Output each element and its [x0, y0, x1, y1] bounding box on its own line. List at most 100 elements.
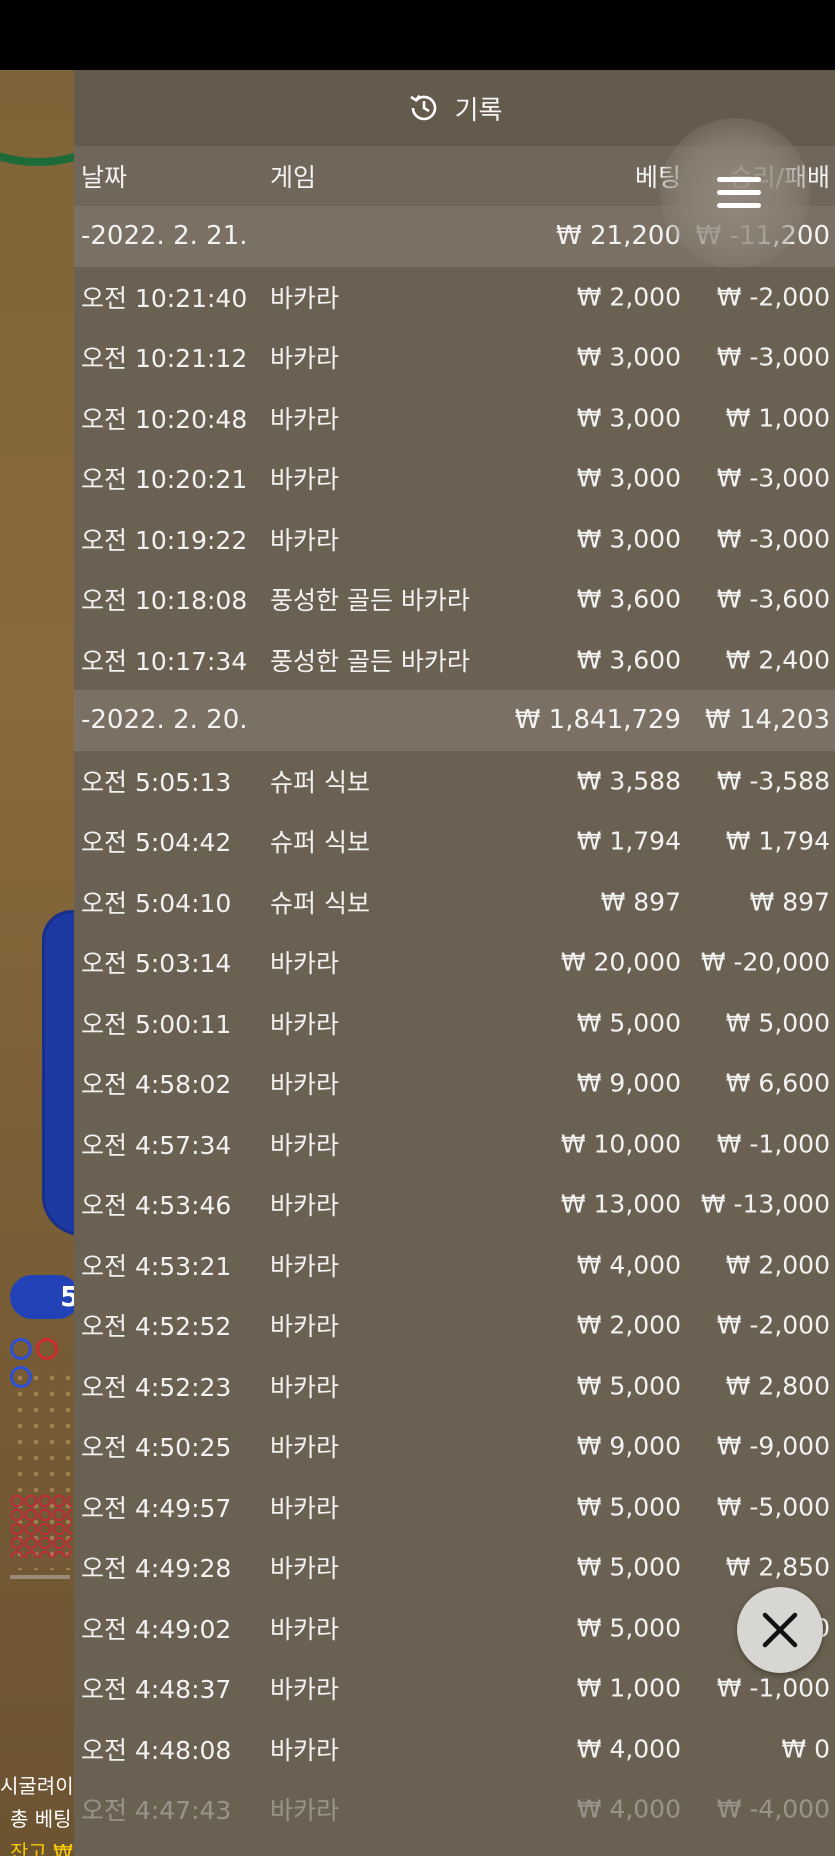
history-row[interactable]: 오전 4:52:23 바카라 ₩ 5,000 ₩ 2,800: [74, 1356, 835, 1417]
row-winloss: ₩ 2,800: [725, 1371, 830, 1401]
row-time: 오전 10:18:08: [81, 586, 248, 616]
history-row[interactable]: 오전 4:52:52 바카라 ₩ 2,000 ₩ -2,000: [74, 1295, 835, 1356]
row-game: 풍성한 골든 바카라: [270, 646, 470, 676]
hamburger-menu-icon: [717, 203, 761, 208]
row-game: 바카라: [270, 1312, 340, 1342]
row-time: 오전 4:49:02: [81, 1614, 232, 1644]
history-row[interactable]: 오전 4:57:34 바카라 ₩ 10,000 ₩ -1,000: [74, 1114, 835, 1175]
row-bet: ₩ 5,000: [576, 1492, 681, 1522]
history-row[interactable]: 오전 4:47:43 바카라 ₩ 4,000 ₩ -4,000: [74, 1779, 835, 1840]
row-winloss: ₩ -13,000: [700, 1189, 830, 1219]
history-row[interactable]: 오전 4:53:46 바카라 ₩ 13,000 ₩ -13,000: [74, 1174, 835, 1235]
group-bet-total: ₩ 1,841,729: [514, 705, 681, 736]
history-row[interactable]: 오전 10:17:34 풍성한 골든 바카라 ₩ 3,600 ₩ 2,400: [74, 630, 835, 691]
row-winloss: ₩ -3,588: [716, 766, 830, 796]
close-button[interactable]: [737, 1587, 823, 1673]
divider: [10, 1575, 70, 1579]
row-bet: ₩ 13,000: [560, 1189, 681, 1219]
row-game: 바카라: [270, 949, 340, 979]
row-time: 오전 4:50:25: [81, 1433, 232, 1463]
history-row[interactable]: 오전 4:48:37 바카라 ₩ 1,000 ₩ -1,000: [74, 1658, 835, 1719]
history-row[interactable]: 오전 10:19:22 바카라 ₩ 3,000 ₩ -3,000: [74, 509, 835, 570]
row-winloss: ₩ 897: [749, 887, 830, 917]
row-bet: ₩ 4,000: [576, 1794, 681, 1824]
row-winloss: ₩ -2,000: [716, 282, 830, 312]
history-row[interactable]: 오전 5:05:13 슈퍼 식보 ₩ 3,588 ₩ -3,588: [74, 751, 835, 812]
row-bet: ₩ 4,000: [576, 1250, 681, 1280]
group-bet-total: ₩ 21,200: [556, 221, 681, 252]
history-row[interactable]: 오전 5:03:14 바카라 ₩ 20,000 ₩ -20,000: [74, 932, 835, 993]
row-time: 오전 5:04:42: [81, 828, 232, 858]
history-row[interactable]: 오전 4:48:08 바카라 ₩ 4,000 ₩ 0: [74, 1719, 835, 1780]
row-game: 바카라: [270, 465, 340, 495]
row-game: 바카라: [270, 404, 340, 434]
row-bet: ₩ 9,000: [576, 1068, 681, 1098]
row-game: 바카라: [270, 344, 340, 374]
row-bet: ₩ 5,000: [576, 1552, 681, 1582]
date-group-header[interactable]: -2022. 2. 20. ₩ 1,841,729 ₩ 14,203: [74, 690, 835, 751]
row-game: 바카라: [270, 1251, 340, 1281]
row-winloss: ₩ -3,000: [716, 524, 830, 554]
row-winloss: ₩ -1,000: [716, 1129, 830, 1159]
row-time: 오전 10:17:34: [81, 646, 248, 676]
row-game: 슈퍼 식보: [270, 828, 370, 858]
row-bet: ₩ 3,600: [576, 584, 681, 614]
row-game: 바카라: [270, 1796, 340, 1826]
history-row[interactable]: 오전 4:50:25 바카라 ₩ 9,000 ₩ -9,000: [74, 1416, 835, 1477]
row-time: 오전 5:03:14: [81, 949, 232, 979]
row-winloss: ₩ 1,794: [725, 826, 830, 856]
chip-badge: 5: [10, 1275, 78, 1319]
row-time: 오전 4:52:52: [81, 1312, 232, 1342]
row-game: 바카라: [270, 283, 340, 313]
history-row[interactable]: 오전 10:21:12 바카라 ₩ 3,000 ₩ -3,000: [74, 327, 835, 388]
row-bet: ₩ 5,000: [576, 1371, 681, 1401]
col-date: 날짜: [81, 163, 128, 192]
history-list[interactable]: -2022. 2. 21.₩ 21,200₩ -11,200오전 10:21:4…: [74, 206, 835, 1840]
history-row[interactable]: 오전 4:53:21 바카라 ₩ 4,000 ₩ 2,000: [74, 1235, 835, 1296]
row-winloss: ₩ -1,000: [716, 1673, 830, 1703]
history-row[interactable]: 오전 5:00:11 바카라 ₩ 5,000 ₩ 5,000: [74, 993, 835, 1054]
row-bet: ₩ 3,588: [576, 766, 681, 796]
row-winloss: ₩ -3,000: [716, 463, 830, 493]
menu-button[interactable]: [660, 118, 810, 268]
row-game: 슈퍼 식보: [270, 767, 370, 797]
history-row[interactable]: 오전 10:18:08 풍성한 골든 바카라 ₩ 3,600 ₩ -3,600: [74, 569, 835, 630]
row-time: 오전 4:49:28: [81, 1554, 232, 1584]
history-row[interactable]: 오전 10:21:40 바카라 ₩ 2,000 ₩ -2,000: [74, 267, 835, 328]
history-row[interactable]: 오전 5:04:42 슈퍼 식보 ₩ 1,794 ₩ 1,794: [74, 811, 835, 872]
row-winloss: ₩ -2,000: [716, 1310, 830, 1340]
row-bet: ₩ 1,000: [576, 1673, 681, 1703]
history-panel: 기록 날짜 게임 베팅 승리/패배 -2022. 2. 21.₩ 21,200₩…: [74, 70, 835, 1856]
row-winloss: ₩ -4,000: [716, 1794, 830, 1824]
row-winloss: ₩ 2,000: [725, 1250, 830, 1280]
row-time: 오전 10:20:21: [81, 465, 248, 495]
history-row[interactable]: 오전 4:58:02 바카라 ₩ 9,000 ₩ 6,600: [74, 1053, 835, 1114]
row-time: 오전 4:57:34: [81, 1130, 232, 1160]
history-row[interactable]: 오전 5:04:10 슈퍼 식보 ₩ 897 ₩ 897: [74, 872, 835, 933]
history-row[interactable]: 오전 4:49:57 바카라 ₩ 5,000 ₩ -5,000: [74, 1477, 835, 1538]
status-bar: [0, 0, 835, 70]
row-winloss: ₩ 5,000: [725, 1008, 830, 1038]
row-game: 바카라: [270, 1433, 340, 1463]
row-game: 바카라: [270, 525, 340, 555]
row-bet: ₩ 3,000: [576, 403, 681, 433]
row-time: 오전 4:58:02: [81, 1070, 232, 1100]
row-time: 오전 4:47:43: [81, 1796, 232, 1826]
row-time: 오전 5:05:13: [81, 767, 232, 797]
row-bet: ₩ 2,000: [576, 1310, 681, 1340]
row-winloss: ₩ 6,600: [725, 1068, 830, 1098]
row-winloss: ₩ 0: [781, 1734, 830, 1764]
row-game: 바카라: [270, 1493, 340, 1523]
row-time: 오전 10:21:40: [81, 283, 248, 313]
col-game: 게임: [270, 163, 317, 192]
history-row[interactable]: 오전 4:49:02바카라₩ 5,000₩ 0: [74, 1598, 835, 1659]
row-time: 오전 10:20:48: [81, 404, 248, 434]
row-time: 오전 4:53:46: [81, 1191, 232, 1221]
history-row[interactable]: 오전 10:20:48 바카라 ₩ 3,000 ₩ 1,000: [74, 388, 835, 449]
history-icon: [409, 94, 436, 121]
bg-text-2: 총 베팅: [10, 1807, 72, 1831]
row-game: 바카라: [270, 1070, 340, 1100]
row-bet: ₩ 5,000: [576, 1613, 681, 1643]
history-row[interactable]: 오전 10:20:21 바카라 ₩ 3,000 ₩ -3,000: [74, 448, 835, 509]
history-row[interactable]: 오전 4:49:28 바카라 ₩ 5,000 ₩ 2,850: [74, 1537, 835, 1598]
